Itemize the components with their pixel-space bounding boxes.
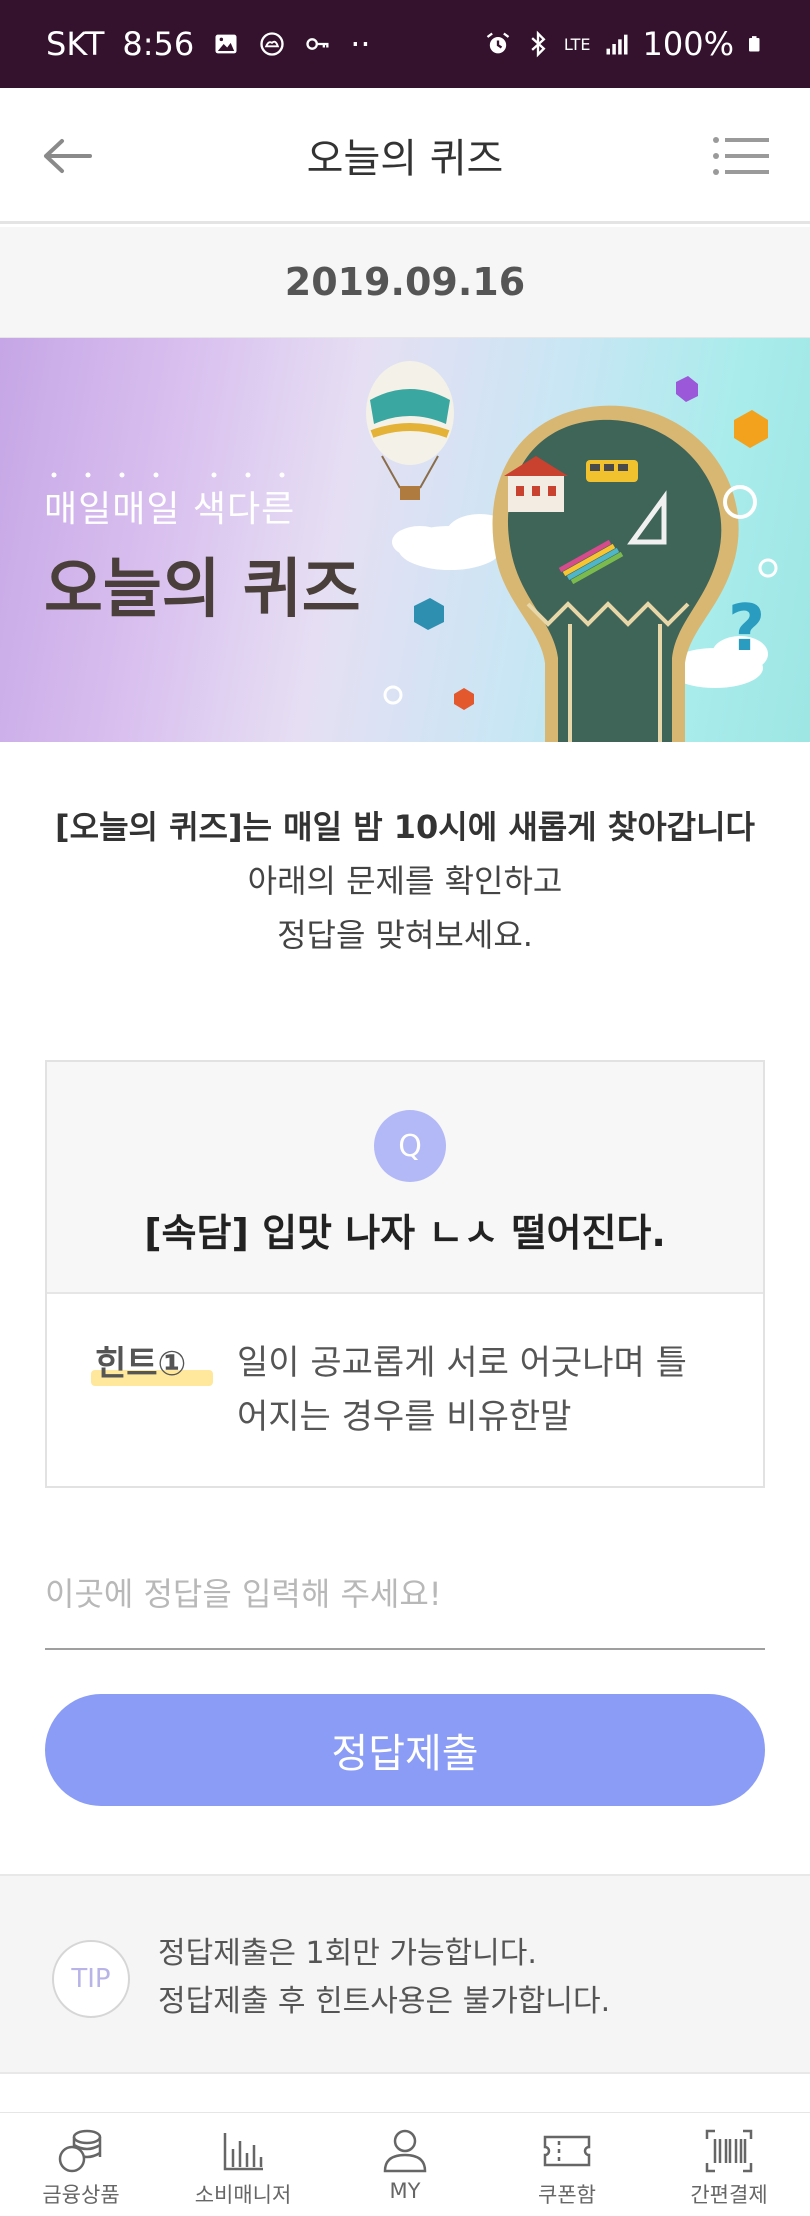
hint-label: 힌트① — [95, 1344, 187, 1384]
intro-line-3: 정답을 맞혀보세요. — [277, 916, 533, 954]
ring-icon — [758, 558, 778, 578]
quiz-card: Q [속담] 입맛 나자 ㄴㅅ 떨어진다. 힌트① 일이 공교롭게 서로 어긋나… — [45, 1060, 765, 1488]
nav-item-coupons[interactable]: 쿠폰함 — [486, 2113, 648, 2216]
tip-section: TIP 정답제출은 1회만 가능합니다. 정답제출 후 힌트사용은 불가합니다. — [0, 1874, 810, 2074]
network-type: LTE — [563, 34, 591, 54]
banner-illustration: ? — [366, 361, 778, 742]
hot-air-balloon-icon — [366, 361, 454, 500]
nav-label-easy-pay: 간편결제 — [690, 2183, 768, 2207]
carrier-label: SKT — [46, 25, 105, 63]
bluetooth-icon — [531, 30, 546, 58]
question-mark-icon: ? — [728, 592, 765, 666]
more-notifications: ·· — [350, 25, 371, 63]
tip-line-1: 정답제출은 1회만 가능합니다. — [158, 1936, 537, 1971]
gallery-icon — [215, 34, 237, 54]
status-bar: SKT 8:56 ·· LTE 100% — [0, 0, 810, 88]
tip-text: 정답제출은 1회만 가능합니다. 정답제출 후 힌트사용은 불가합니다. — [158, 1930, 610, 2026]
quiz-question-area: Q [속담] 입맛 나자 ㄴㅅ 떨어진다. — [47, 1062, 763, 1294]
quiz-date: 2019.09.16 — [0, 227, 810, 338]
nav-item-my[interactable]: MY — [324, 2113, 486, 2216]
app-header: 오늘의 퀴즈 — [0, 88, 810, 224]
nav-item-financial-products[interactable]: 금융상품 — [0, 2113, 162, 2216]
alarm-icon — [486, 32, 510, 54]
submit-answer-button[interactable]: 정답제출 — [45, 1694, 765, 1806]
coins-icon — [58, 2129, 102, 2173]
nav-label-financial-products: 금융상품 — [42, 2183, 120, 2207]
battery-percent: 100% — [642, 25, 734, 63]
nav-label-coupons: 쿠폰함 — [538, 2183, 596, 2207]
ticket-icon — [543, 2135, 591, 2167]
bar-chart-icon — [223, 2133, 263, 2171]
hamburger-menu-icon — [713, 137, 769, 175]
answer-input[interactable] — [45, 1540, 765, 1650]
cube-icon — [414, 598, 444, 630]
quiz-question: [속담] 입맛 나자 ㄴㅅ 떨어진다. — [144, 1211, 666, 1255]
back-arrow-icon — [44, 139, 92, 173]
nav-item-spending-manager[interactable]: 소비매니저 — [162, 2113, 324, 2216]
back-button[interactable] — [38, 128, 98, 184]
nav-item-easy-pay[interactable]: 간편결제 — [648, 2113, 810, 2216]
question-badge: Q — [374, 1110, 446, 1182]
hint-text: 일이 공교롭게 서로 어긋나며 틀어지는 경우를 비유한말 — [237, 1343, 687, 1437]
page-title: 오늘의 퀴즈 — [306, 135, 504, 182]
light-bulb-chalkboard-icon — [492, 405, 739, 742]
signal-icon — [606, 34, 628, 55]
intro-text: [오늘의 퀴즈]는 매일 밤 10시에 새롭게 찾아갑니다 아래의 문제를 확인… — [40, 800, 770, 962]
user-icon — [383, 2129, 427, 2173]
cube-icon — [454, 688, 474, 710]
tip-badge: TIP — [52, 1940, 130, 2018]
quiz-banner: 매일매일 색다른 오늘의 퀴즈 ? — [0, 338, 810, 742]
quiz-hint-area: 힌트① 일이 공교롭게 서로 어긋나며 틀어지는 경우를 비유한말 — [47, 1294, 763, 1464]
barcode-icon — [705, 2129, 753, 2173]
intro-line-2: 아래의 문제를 확인하고 — [247, 862, 563, 900]
status-left: SKT 8:56 ·· — [46, 25, 371, 63]
cube-icon — [734, 410, 768, 448]
key-icon — [306, 38, 329, 50]
cube-icon — [676, 376, 698, 402]
bottom-navigation: 금융상품 소비매니저 MY 쿠폰함 간편결제 — [0, 2112, 810, 2216]
battery-icon — [749, 36, 760, 52]
nav-label-spending-manager: 소비매니저 — [194, 2183, 292, 2207]
ring-icon — [383, 685, 403, 705]
menu-button[interactable] — [710, 128, 772, 184]
status-right: LTE 100% — [484, 25, 764, 63]
intro-line-1: [오늘의 퀴즈]는 매일 밤 10시에 새롭게 찾아갑니다 — [55, 808, 755, 846]
nav-label-my: MY — [389, 2179, 421, 2203]
clock-time: 8:56 — [122, 25, 195, 63]
cloud-icon — [260, 32, 284, 56]
tip-line-2: 정답제출 후 힌트사용은 불가합니다. — [158, 1984, 611, 2019]
